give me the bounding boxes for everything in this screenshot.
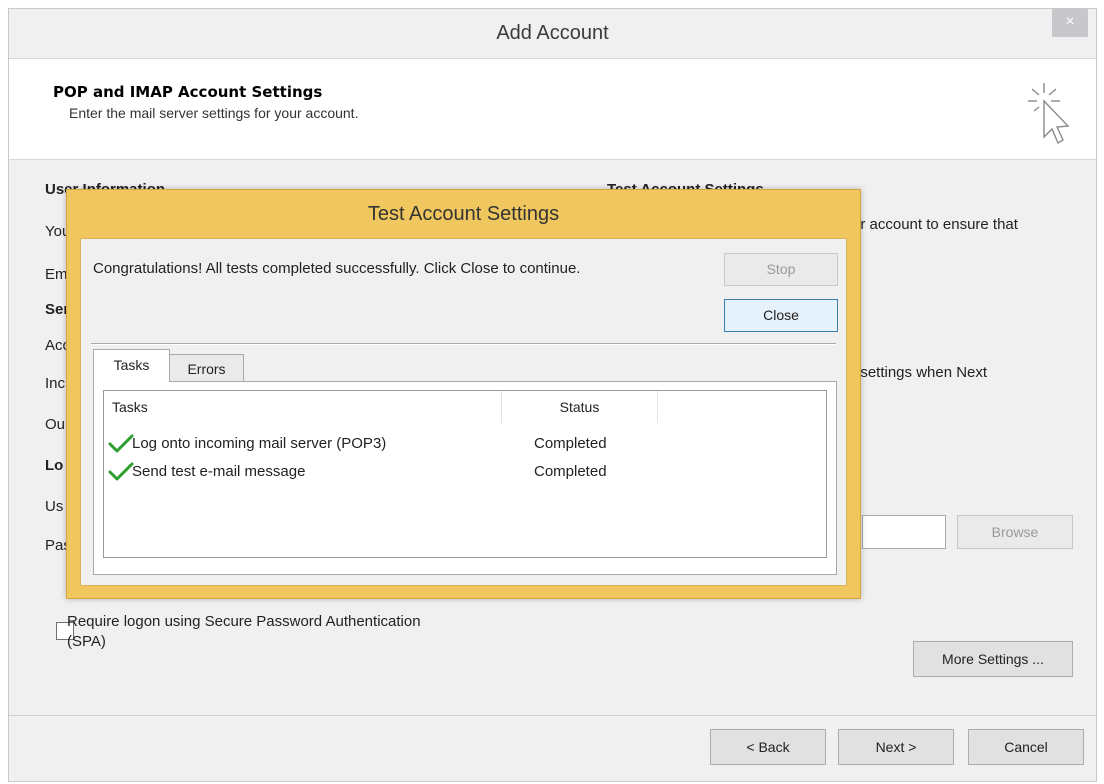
- tasks-panel: Tasks Status Log onto incoming mail serv…: [93, 381, 837, 575]
- email-label: Em: [45, 266, 68, 283]
- header-title: POP and IMAP Account Settings: [53, 83, 323, 101]
- window-title: Add Account: [9, 9, 1096, 58]
- header-subtitle: Enter the mail server settings for your …: [69, 105, 359, 121]
- task-row: Send test e-mail message Completed: [104, 459, 826, 485]
- dialog-divider: [91, 343, 836, 345]
- dialog-body: Congratulations! All tests completed suc…: [80, 238, 847, 586]
- task-row: Log onto incoming mail server (POP3) Com…: [104, 431, 826, 457]
- column-header-status[interactable]: Status: [502, 391, 658, 423]
- cancel-button[interactable]: Cancel: [968, 729, 1084, 765]
- more-settings-button[interactable]: More Settings ...: [913, 641, 1073, 677]
- tab-errors[interactable]: Errors: [170, 354, 244, 382]
- dialog-message: Congratulations! All tests completed suc…: [93, 260, 581, 277]
- test-account-settings-dialog: Test Account Settings Congratulations! A…: [66, 189, 861, 599]
- task-name: Send test e-mail message: [132, 463, 306, 480]
- next-button[interactable]: Next >: [838, 729, 954, 765]
- dialog-title: Test Account Settings: [367, 203, 560, 225]
- test-on-next-text: t settings when Next: [852, 364, 988, 381]
- logon-info-heading: Lo: [45, 457, 64, 474]
- task-status: Completed: [534, 435, 607, 452]
- stop-button[interactable]: Stop: [724, 253, 838, 286]
- task-name: Log onto incoming mail server (POP3): [132, 435, 387, 452]
- green-check-icon: [108, 462, 134, 481]
- outgoing-server-label: Ou: [45, 416, 66, 433]
- tasks-list: Tasks Status Log onto incoming mail serv…: [103, 390, 827, 558]
- task-status: Completed: [534, 463, 607, 480]
- tab-tasks[interactable]: Tasks: [93, 349, 170, 382]
- close-button[interactable]: Close: [724, 299, 838, 332]
- spa-label-continued: (SPA): [67, 633, 106, 650]
- user-name-label: Us: [45, 498, 64, 515]
- test-description-text: ur account to ensure that: [852, 216, 1018, 233]
- cursor-sparkle-icon: [1028, 83, 1070, 145]
- browse-button[interactable]: Browse: [957, 515, 1073, 549]
- spa-label: Require logon using Secure Password Auth…: [67, 613, 421, 630]
- footer-divider: [9, 715, 1096, 716]
- incoming-server-label: Inc: [45, 375, 66, 392]
- page-header: POP and IMAP Account Settings Enter the …: [9, 58, 1096, 160]
- green-check-icon: [108, 434, 134, 453]
- existing-data-file-input[interactable]: [862, 515, 946, 549]
- column-header-tasks[interactable]: Tasks: [104, 391, 502, 423]
- back-button[interactable]: < Back: [710, 729, 826, 765]
- window-close-button[interactable]: ×: [1052, 9, 1088, 37]
